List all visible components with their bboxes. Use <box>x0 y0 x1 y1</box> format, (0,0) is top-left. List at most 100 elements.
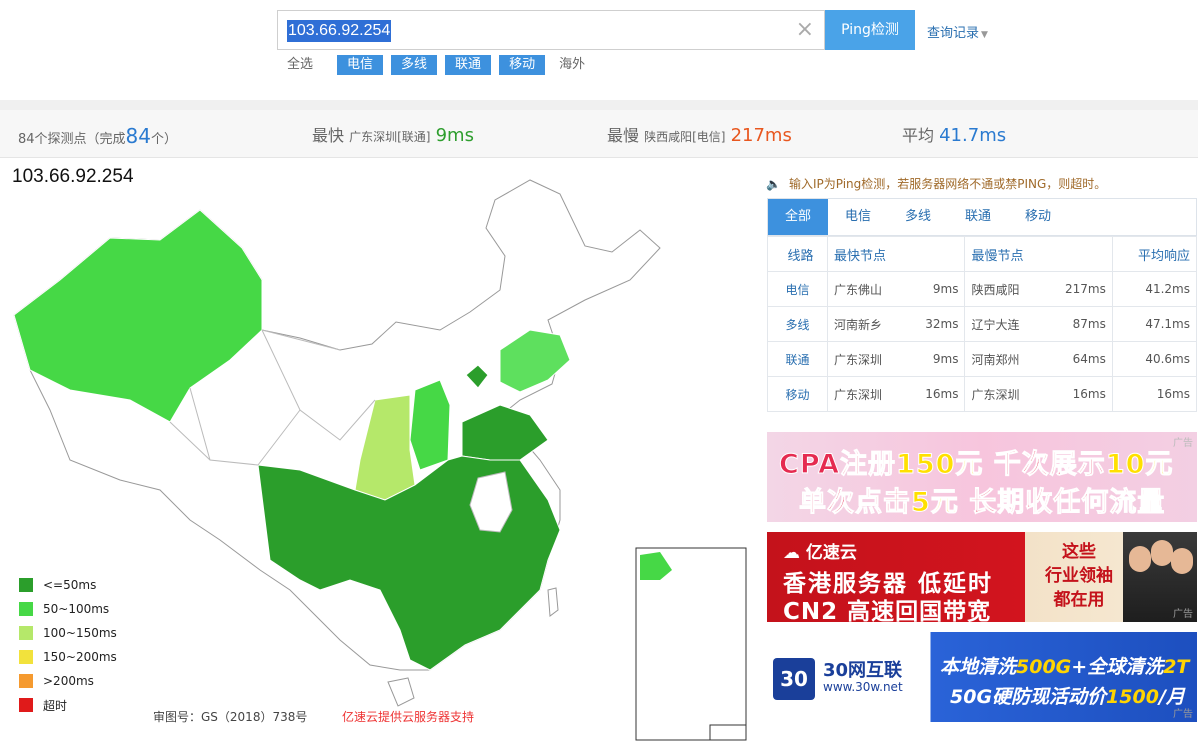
ad3-text: 1500 <box>1106 686 1159 708</box>
person-icon <box>1151 540 1173 566</box>
legend-swatch <box>19 674 33 688</box>
ad2-r3: 都在用 <box>1053 590 1105 610</box>
ad1-line2: 单次点击5元 长期收任何流量 <box>799 480 1165 519</box>
row-line: 电信 <box>767 271 828 307</box>
legend-label: 超时 <box>43 698 68 713</box>
legend-label: 50~100ms <box>43 602 110 616</box>
ad3-line1: 本地清洗500G+全球清洗2T <box>940 652 1189 679</box>
ad-banner-yisu[interactable]: ☁ 亿速云 香港服务器 低延时 CN2 高速回国带宽 这些 行业领袖 都在用 广… <box>767 532 1197 622</box>
ad3-text: 500G <box>1016 656 1072 678</box>
table-row: 电信 广东佛山 9ms 陕西咸阳 217ms 41.2ms <box>767 271 1198 307</box>
filter-multi[interactable]: 多线 <box>391 55 438 75</box>
slowest-stat: 最慢 陕西咸阳[电信] 217ms <box>607 122 792 146</box>
legend-item: 100~150ms <box>19 621 117 645</box>
col-line: 线路 <box>767 236 828 272</box>
table-row: 多线 河南新乡 32ms 辽宁大连 87ms 47.1ms <box>767 306 1198 342</box>
fastest-stat: 最快 广东深圳[联通] 9ms <box>312 122 474 146</box>
filter-unicom[interactable]: 联通 <box>445 55 492 75</box>
sponsor-link[interactable]: 亿速云提供云服务器支持 <box>342 708 474 725</box>
search-header: 103.66.92.254 × Ping检测 查询记录▼ 全选 电信 多线 联通… <box>0 0 1198 100</box>
row-slow-ms: 217ms <box>1043 271 1113 307</box>
row-fast-node: 河南新乡 <box>826 306 906 342</box>
row-avg: 47.1ms <box>1111 306 1198 342</box>
ad1-text: 千次展示 <box>983 449 1106 481</box>
ad2-right-text: 这些 行业领袖 都在用 <box>1029 540 1129 612</box>
legend-label: >200ms <box>43 674 94 688</box>
region-shanxi[interactable] <box>409 379 451 471</box>
stats-bar: 84个探测点（完成84个） 最快 广东深圳[联通] 9ms 最慢 陕西咸阳[电信… <box>0 110 1198 158</box>
legend-label: <=50ms <box>43 578 97 592</box>
history-dropdown[interactable]: 查询记录 ▼ <box>927 22 988 41</box>
ad1-text: 长期收任何流量 <box>958 487 1166 519</box>
ad2-brand-text: 亿速云 <box>805 543 857 563</box>
filter-overseas[interactable]: 海外 <box>559 55 585 75</box>
line-tabs: 全部 电信 多线 联通 移动 <box>767 198 1197 236</box>
table-header-row: 线路 最快节点 最慢节点 平均响应 <box>767 236 1198 272</box>
tab-telecom[interactable]: 电信 <box>828 199 888 235</box>
probe-suffix: 个） <box>151 132 178 147</box>
row-avg: 41.2ms <box>1111 271 1198 307</box>
probe-count-stat: 84个探测点（完成84个） <box>18 124 177 148</box>
row-avg: 40.6ms <box>1111 341 1198 377</box>
row-line: 移动 <box>767 376 828 412</box>
tab-multi[interactable]: 多线 <box>888 199 948 235</box>
row-slow-node: 陕西咸阳 <box>964 271 1044 307</box>
cloud-logo-icon: ☁ <box>783 543 806 563</box>
slowest-node: 陕西咸阳[电信] <box>644 130 726 144</box>
person-icon <box>1129 546 1151 572</box>
ad3-text: +全球清洗 <box>1071 656 1164 678</box>
fastest-value: 9ms <box>435 125 474 146</box>
legend-swatch <box>19 650 33 664</box>
average-value: 41.7ms <box>939 125 1007 146</box>
region-central[interactable] <box>257 455 561 671</box>
row-fast-ms: 16ms <box>905 376 966 412</box>
legend-swatch <box>19 698 33 712</box>
latency-legend: <=50ms 50~100ms 100~150ms 150~200ms >200… <box>19 573 117 717</box>
slowest-label: 最慢 <box>607 126 640 145</box>
filter-mobile[interactable]: 移动 <box>499 55 546 75</box>
filter-telecom[interactable]: 电信 <box>337 55 384 75</box>
col-fastest: 最快节点 <box>826 236 966 272</box>
ad2-line2: CN2 高速回国带宽 <box>783 599 992 622</box>
ad1-text: 150元 <box>896 449 984 481</box>
legend-swatch <box>19 626 33 640</box>
slowest-value: 217ms <box>730 125 792 146</box>
ad1-text: 10元 <box>1105 449 1174 481</box>
row-slow-ms: 16ms <box>1043 376 1113 412</box>
region-taiwan[interactable] <box>547 587 559 617</box>
30w-logo-icon: 30 <box>773 658 815 700</box>
ad1-text: 单次点击 <box>799 487 911 519</box>
search-box[interactable]: 103.66.92.254 × <box>277 10 825 50</box>
ad2-r2: 行业领袖 <box>1045 566 1113 586</box>
ad-banner-cpa[interactable]: 广告 CPA注册150元 千次展示10元 单次点击5元 长期收任何流量 <box>767 432 1197 522</box>
notice-label: 输入IP为Ping检测，若服务器网络不通或禁PING，则超时。 <box>788 177 1107 191</box>
legend-item: 150~200ms <box>19 645 117 669</box>
region-hainan[interactable] <box>387 677 415 707</box>
ad-tag: 广告 <box>1173 438 1193 449</box>
legend-swatch <box>19 602 33 616</box>
legend-item: >200ms <box>19 669 117 693</box>
divider <box>0 100 1198 110</box>
ping-button[interactable]: Ping检测 <box>825 10 915 50</box>
map-review-number: 审图号：GS（2018）738号 <box>153 710 308 724</box>
tab-mobile[interactable]: 移动 <box>1008 199 1068 235</box>
row-fast-ms: 32ms <box>905 306 966 342</box>
probe-prefix: 84个探测点（完成 <box>18 132 126 147</box>
chevron-down-icon: ▼ <box>981 30 988 40</box>
tab-unicom[interactable]: 联通 <box>948 199 1008 235</box>
col-slowest: 最慢节点 <box>964 236 1113 272</box>
ad3-site: www.30w.net <box>823 680 903 694</box>
legend-swatch <box>19 578 33 592</box>
row-slow-ms: 87ms <box>1043 306 1113 342</box>
row-line: 联通 <box>767 341 828 377</box>
row-slow-node: 河南郑州 <box>964 341 1044 377</box>
row-slow-node: 广东深圳 <box>964 376 1044 412</box>
clear-icon[interactable]: × <box>796 19 814 41</box>
filter-all[interactable]: 全选 <box>287 55 313 75</box>
ad-banner-30w[interactable]: 30 30网互联 www.30w.net 本地清洗500G+全球清洗2T 50G… <box>767 632 1197 722</box>
row-fast-node: 广东佛山 <box>826 271 906 307</box>
tab-all[interactable]: 全部 <box>768 199 828 235</box>
col-avg: 平均响应 <box>1111 236 1198 272</box>
row-line: 多线 <box>767 306 828 342</box>
ad3-line2: 50G硬防现活动价1500/月 <box>950 682 1185 709</box>
